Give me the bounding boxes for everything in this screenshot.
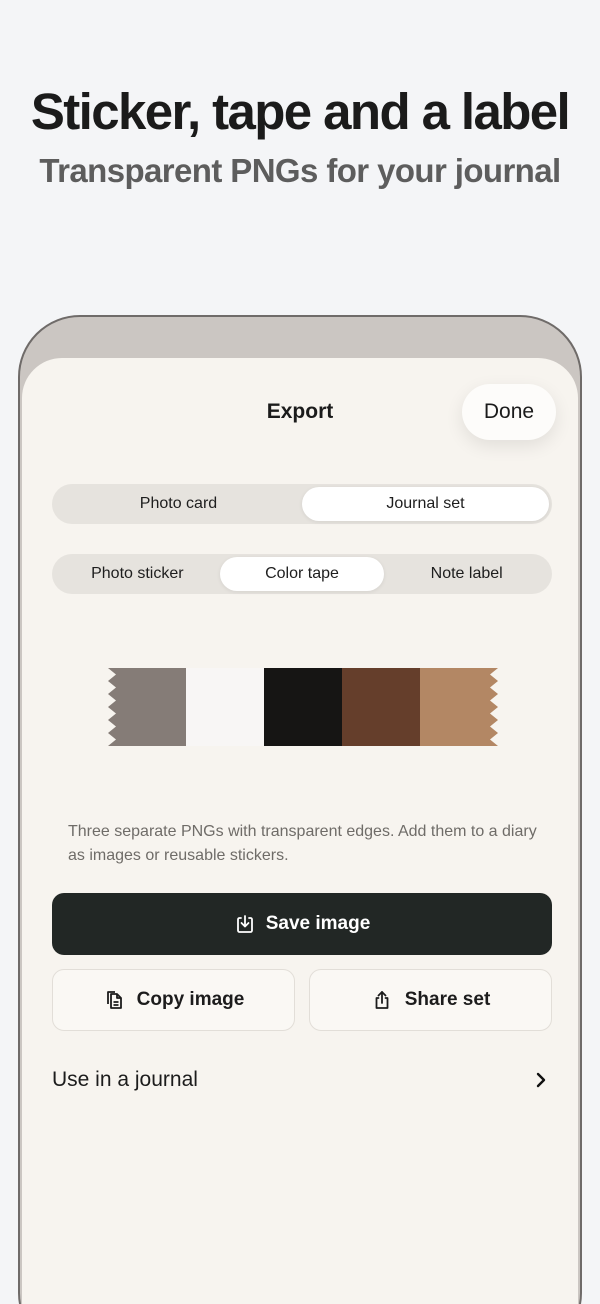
copy-icon — [103, 989, 125, 1011]
save-image-label: Save image — [265, 913, 371, 934]
color-tape-preview — [108, 668, 498, 746]
share-icon — [371, 989, 393, 1011]
hero-subtitle: Transparent PNGs for your journal — [39, 152, 561, 189]
export-caption: Three separate PNGs with transparent edg… — [68, 823, 537, 864]
hero-title: Sticker, tape and a label — [30, 83, 571, 140]
tab-photo-card[interactable]: Photo card — [55, 487, 302, 521]
done-button[interactable]: Done — [462, 384, 556, 440]
copy-image-button[interactable]: Copy image — [52, 969, 295, 1031]
download-tray-icon — [234, 913, 256, 935]
tape-swatch — [108, 668, 187, 746]
tab-journal-set[interactable]: Journal set — [302, 487, 549, 521]
save-image-button[interactable]: Save image — [52, 893, 552, 955]
copy-image-label: Copy image — [136, 989, 245, 1010]
tab-note-label[interactable]: Note label — [384, 557, 549, 591]
tape-swatch — [186, 668, 265, 746]
tape-swatch — [264, 668, 343, 746]
use-in-journal-row[interactable]: Use in a journal — [52, 1060, 552, 1100]
share-set-button[interactable]: Share set — [309, 969, 552, 1031]
chevron-right-icon — [530, 1069, 552, 1091]
export-sheet: Export Done Photo card Journal set Photo… — [22, 358, 578, 1304]
tab-color-tape[interactable]: Color tape — [219, 557, 385, 591]
tape-swatch — [420, 668, 498, 746]
phone-frame: Export Done Photo card Journal set Photo… — [18, 315, 582, 1304]
tape-graphic — [108, 668, 498, 746]
item-segmented-control: Photo sticker Color tape Note label — [52, 554, 552, 594]
mode-segmented-control: Photo card Journal set — [52, 484, 552, 524]
use-in-journal-label: Use in a journal — [52, 1068, 198, 1091]
share-set-label: Share set — [404, 989, 491, 1010]
tab-photo-sticker[interactable]: Photo sticker — [55, 557, 220, 591]
tape-swatch — [342, 668, 421, 746]
